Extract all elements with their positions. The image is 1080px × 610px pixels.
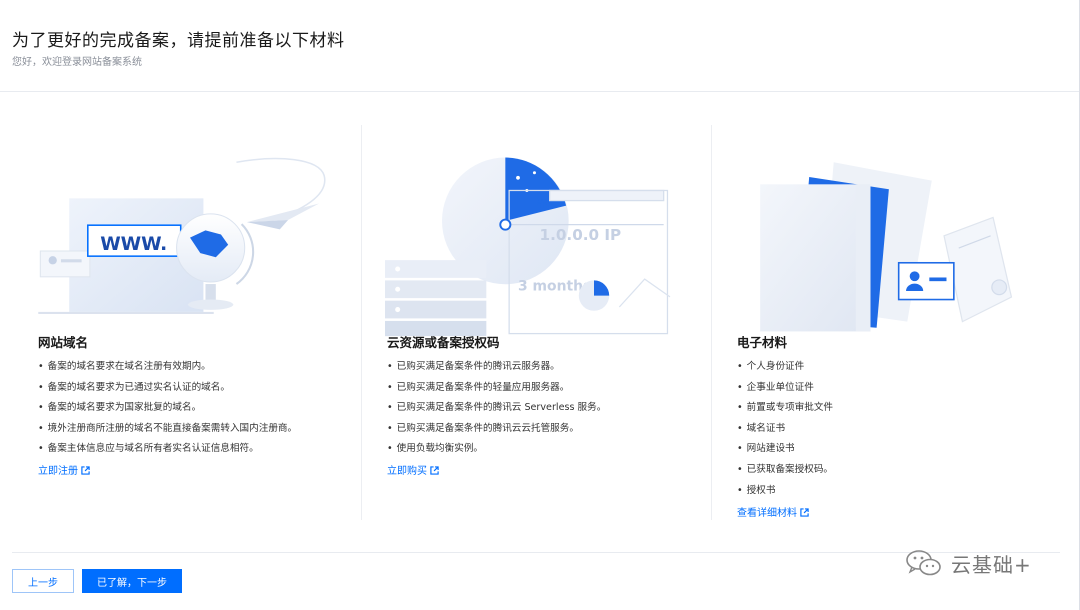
external-link-icon xyxy=(81,466,90,475)
list-item: 前置或专项审批文件 xyxy=(737,398,833,419)
documents-column: 电子材料 个人身份证件 企事业单位证件 前置或专项审批文件 域名证书 网站建设书… xyxy=(737,125,1037,520)
buy-now-link[interactable]: 立即购买 xyxy=(387,462,439,477)
register-now-link[interactable]: 立即注册 xyxy=(38,462,90,477)
list-item: 境外注册商所注册的域名不能直接备案需转入国内注册商。 xyxy=(38,419,297,440)
external-link-icon xyxy=(800,508,809,517)
list-item: 已购买满足备案条件的腾讯云服务器。 xyxy=(387,357,606,378)
list-item: 网站建设书 xyxy=(737,439,833,460)
view-materials-link[interactable]: 查看详细材料 xyxy=(737,504,809,519)
documents-title: 电子材料 xyxy=(737,335,788,350)
watermark-text: 云基础+ xyxy=(951,552,1032,577)
list-item: 备案的域名要求为已通过实名认证的域名。 xyxy=(38,378,297,399)
cloud-resource-requirements: 已购买满足备案条件的腾讯云服务器。 已购买满足备案条件的轻量应用服务器。 已购买… xyxy=(387,357,607,460)
wechat-icon xyxy=(906,550,941,576)
domain-title: 网站域名 xyxy=(38,335,89,350)
next-step-button[interactable]: 已了解，下一步 xyxy=(82,569,182,593)
page-header: 为了更好的完成备案，请提前准备以下材料 您好，欢迎登录网站备案系统 xyxy=(0,0,1080,92)
list-item: 备案的域名要求在域名注册有效期内。 xyxy=(38,357,297,378)
domain-requirements: 备案的域名要求在域名注册有效期内。 备案的域名要求为已通过实名认证的域名。 备案… xyxy=(38,357,297,460)
documents-illustration xyxy=(760,162,1013,332)
ip-text: 1.0.0.0 IP xyxy=(540,226,622,244)
cloud-resource-title: 云资源或备案授权码 xyxy=(387,335,500,350)
previous-step-button[interactable]: 上一步 xyxy=(12,569,74,593)
watermark: 云基础+ xyxy=(905,546,1032,580)
list-item: 域名证书 xyxy=(737,419,833,440)
view-materials-label: 查看详细材料 xyxy=(737,508,797,519)
register-now-label: 立即注册 xyxy=(38,466,78,477)
list-item: 已获取备案授权码。 xyxy=(737,460,833,481)
footer-divider xyxy=(12,552,1060,553)
page-title: 为了更好的完成备案，请提前准备以下材料 xyxy=(12,31,345,51)
external-link-icon xyxy=(430,466,439,475)
list-item: 授权书 xyxy=(737,481,833,502)
list-item: 使用负载均衡实例。 xyxy=(387,439,606,460)
cloud-resource-illustration: ¥ 1.0.0.0 IP 3 months xyxy=(385,157,671,337)
cloud-resource-column: ¥ 1.0.0.0 IP 3 months 云资源或备案授权码 已购买满足备案条… xyxy=(385,125,687,520)
currency-symbol: ¥ xyxy=(537,196,547,212)
list-item: 已购买满足备案条件的轻量应用服务器。 xyxy=(387,378,606,399)
documents-requirements: 个人身份证件 企事业单位证件 前置或专项审批文件 域名证书 网站建设书 已获取备… xyxy=(737,357,833,501)
column-divider xyxy=(711,125,712,520)
domain-illustration: WWW. xyxy=(38,157,326,314)
list-item: 备案主体信息应与域名所有者实名认证信息相符。 xyxy=(38,439,297,460)
page-subtitle: 您好，欢迎登录网站备案系统 xyxy=(12,57,142,68)
list-item: 备案的域名要求为国家批复的域名。 xyxy=(38,398,297,419)
domain-column: WWW. 网站域名 备案的域名要求在域名注册有效期内。 备案的域名要求为已通过实… xyxy=(38,125,338,520)
buy-now-label: 立即购买 xyxy=(387,466,427,477)
list-item: 企事业单位证件 xyxy=(737,378,833,399)
list-item: 个人身份证件 xyxy=(737,357,833,378)
www-text: WWW. xyxy=(100,234,167,255)
list-item: 已购买满足备案条件的腾讯云云托管服务。 xyxy=(387,419,606,440)
column-divider xyxy=(361,125,362,520)
list-item: 已购买满足备案条件的腾讯云 Serverless 服务。 xyxy=(387,398,607,419)
